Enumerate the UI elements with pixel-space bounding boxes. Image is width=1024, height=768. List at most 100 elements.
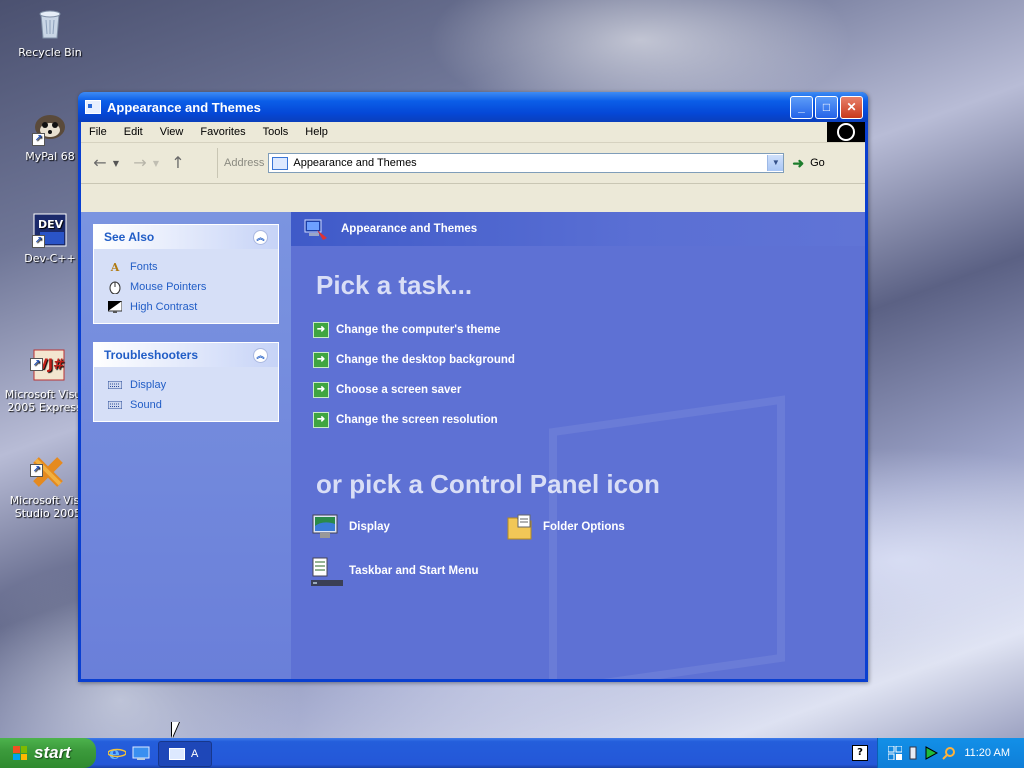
close-button[interactable]: ✕ bbox=[840, 95, 863, 119]
collapse-chevron-icon[interactable]: ︽ bbox=[253, 229, 268, 245]
forward-dropdown-icon[interactable]: ▼ bbox=[151, 159, 161, 168]
devcpp-icon: DEV ↗ bbox=[32, 212, 68, 248]
shortcut-arrow-icon: ↗ bbox=[30, 358, 43, 371]
cp-icon-label: Folder Options bbox=[543, 521, 625, 533]
link-troubleshoot-sound[interactable]: Sound bbox=[108, 395, 278, 415]
see-also-title: See Also bbox=[104, 230, 155, 244]
cp-icon-label: Taskbar and Start Menu bbox=[349, 565, 479, 577]
control-panel-icon bbox=[169, 748, 185, 760]
control-panel-icons: Display Folder Options Taskbar and Start… bbox=[291, 512, 865, 632]
green-arrow-icon: ➜ bbox=[313, 352, 329, 368]
show-desktop-icon[interactable] bbox=[132, 744, 150, 762]
see-also-header[interactable]: See Also ︽ bbox=[94, 225, 278, 249]
troubleshooters-title: Troubleshooters bbox=[104, 348, 199, 362]
link-label: Mouse Pointers bbox=[130, 281, 207, 293]
cp-icon-taskbar[interactable]: Taskbar and Start Menu bbox=[311, 556, 479, 586]
go-label: Go bbox=[810, 157, 825, 169]
task-pane: See Also ︽ A Fonts Mouse Pointers High C… bbox=[81, 212, 291, 679]
up-arrow-icon[interactable]: ↑ bbox=[167, 152, 189, 174]
svg-text:DEV: DEV bbox=[38, 218, 64, 231]
mouse-cursor-icon bbox=[172, 722, 179, 738]
window-title: Appearance and Themes bbox=[107, 99, 261, 115]
toolbar-separator bbox=[217, 148, 218, 178]
task-label: Change the screen resolution bbox=[336, 414, 498, 426]
visual-studio-express-icon: VJ# ↗ bbox=[30, 335, 66, 381]
menu-tools[interactable]: Tools bbox=[255, 126, 298, 138]
explorer-window: Appearance and Themes _ □ ✕ File Edit Vi… bbox=[78, 92, 868, 682]
search-icon[interactable] bbox=[942, 746, 956, 760]
desktop-icon-recycle-bin[interactable]: Recycle Bin bbox=[5, 6, 95, 59]
help-icon[interactable]: ? bbox=[852, 745, 868, 761]
start-button[interactable]: start bbox=[0, 738, 96, 768]
category-title: Appearance and Themes bbox=[341, 223, 478, 235]
cp-icon-folder-options[interactable]: Folder Options bbox=[505, 512, 625, 542]
address-dropdown-icon[interactable]: ▼ bbox=[767, 155, 784, 171]
green-arrow-icon: ➜ bbox=[313, 382, 329, 398]
task-change-background[interactable]: ➜ Change the desktop background bbox=[313, 345, 865, 375]
cp-icon-display[interactable]: Display bbox=[311, 512, 390, 542]
forward-arrow-icon[interactable]: → bbox=[129, 152, 151, 174]
window-body: File Edit View Favorites Tools Help ← ▼ … bbox=[81, 122, 865, 679]
menu-view[interactable]: View bbox=[152, 126, 193, 138]
link-label: Sound bbox=[130, 399, 162, 411]
back-dropdown-icon[interactable]: ▼ bbox=[111, 159, 121, 168]
visual-studio-icon: ↗ bbox=[30, 441, 66, 487]
clock[interactable]: 11:20 AM bbox=[964, 747, 1010, 759]
green-arrow-icon: ➜ bbox=[313, 322, 329, 338]
folder-options-icon bbox=[505, 512, 535, 542]
content-area: See Also ︽ A Fonts Mouse Pointers High C… bbox=[81, 212, 865, 679]
network-icon[interactable] bbox=[887, 745, 903, 761]
quick-launch: e bbox=[107, 744, 150, 764]
control-panel-icon bbox=[272, 156, 289, 170]
address-value: Appearance and Themes bbox=[293, 157, 417, 169]
menu-edit[interactable]: Edit bbox=[116, 126, 152, 138]
go-arrow-icon: ➜ bbox=[792, 154, 805, 171]
usb-drive-icon[interactable] bbox=[906, 746, 920, 760]
internet-explorer-icon[interactable]: e bbox=[107, 744, 127, 764]
menu-bar: File Edit View Favorites Tools Help bbox=[81, 122, 865, 143]
toolbar: ← ▼ → ▼ ↑ Address Appearance and Themes … bbox=[81, 143, 865, 184]
shortcut-arrow-icon: ↗ bbox=[30, 464, 43, 477]
go-button[interactable]: ➜ Go bbox=[792, 155, 824, 172]
collapse-chevron-icon[interactable]: ︽ bbox=[253, 347, 268, 363]
task-label: Change the computer's theme bbox=[336, 324, 501, 336]
link-label: High Contrast bbox=[130, 301, 198, 313]
link-high-contrast[interactable]: High Contrast bbox=[108, 297, 278, 317]
taskbar-window-label: A bbox=[191, 748, 199, 760]
task-change-theme[interactable]: ➜ Change the computer's theme bbox=[313, 315, 865, 345]
windows-flag-icon bbox=[13, 746, 27, 760]
link-fonts[interactable]: A Fonts bbox=[108, 257, 278, 277]
fonts-icon: A bbox=[110, 260, 120, 274]
menu-help[interactable]: Help bbox=[297, 126, 337, 138]
start-label: start bbox=[34, 743, 71, 762]
green-arrow-icon: ➜ bbox=[313, 412, 329, 428]
high-contrast-icon bbox=[108, 300, 122, 314]
link-troubleshoot-display[interactable]: Display bbox=[108, 375, 278, 395]
link-mouse-pointers[interactable]: Mouse Pointers bbox=[108, 277, 278, 297]
windows-logo-icon bbox=[827, 122, 865, 142]
display-icon bbox=[311, 512, 341, 542]
minimize-button[interactable]: _ bbox=[790, 95, 813, 119]
see-also-panel: See Also ︽ A Fonts Mouse Pointers High C… bbox=[93, 224, 279, 324]
troubleshooters-header[interactable]: Troubleshooters ︽ bbox=[94, 343, 278, 367]
back-arrow-icon[interactable]: ← bbox=[89, 152, 111, 174]
menu-file[interactable]: File bbox=[81, 126, 116, 138]
taskbar-window-button[interactable]: A bbox=[158, 741, 212, 767]
taskbar-icon bbox=[311, 556, 343, 586]
recycle-bin-icon bbox=[32, 6, 68, 42]
svg-text:e: e bbox=[109, 744, 120, 762]
title-bar[interactable]: Appearance and Themes _ □ ✕ bbox=[78, 92, 868, 122]
keyboard-icon bbox=[108, 378, 122, 392]
system-tray: 11:20 AM bbox=[877, 738, 1024, 768]
control-panel-icon bbox=[85, 100, 101, 114]
task-label: Choose a screen saver bbox=[336, 384, 462, 396]
troubleshooters-panel: Troubleshooters ︽ Display Sound bbox=[93, 342, 279, 422]
desktop-icon-label: Recycle Bin bbox=[18, 46, 82, 59]
media-play-icon[interactable] bbox=[924, 746, 939, 760]
menu-favorites[interactable]: Favorites bbox=[192, 126, 254, 138]
maximize-button[interactable]: □ bbox=[815, 95, 838, 119]
address-bar[interactable]: Appearance and Themes ▼ bbox=[268, 153, 785, 173]
shortcut-arrow-icon: ↗ bbox=[32, 235, 45, 248]
link-label: Fonts bbox=[130, 261, 158, 273]
task-label: Change the desktop background bbox=[336, 354, 515, 366]
